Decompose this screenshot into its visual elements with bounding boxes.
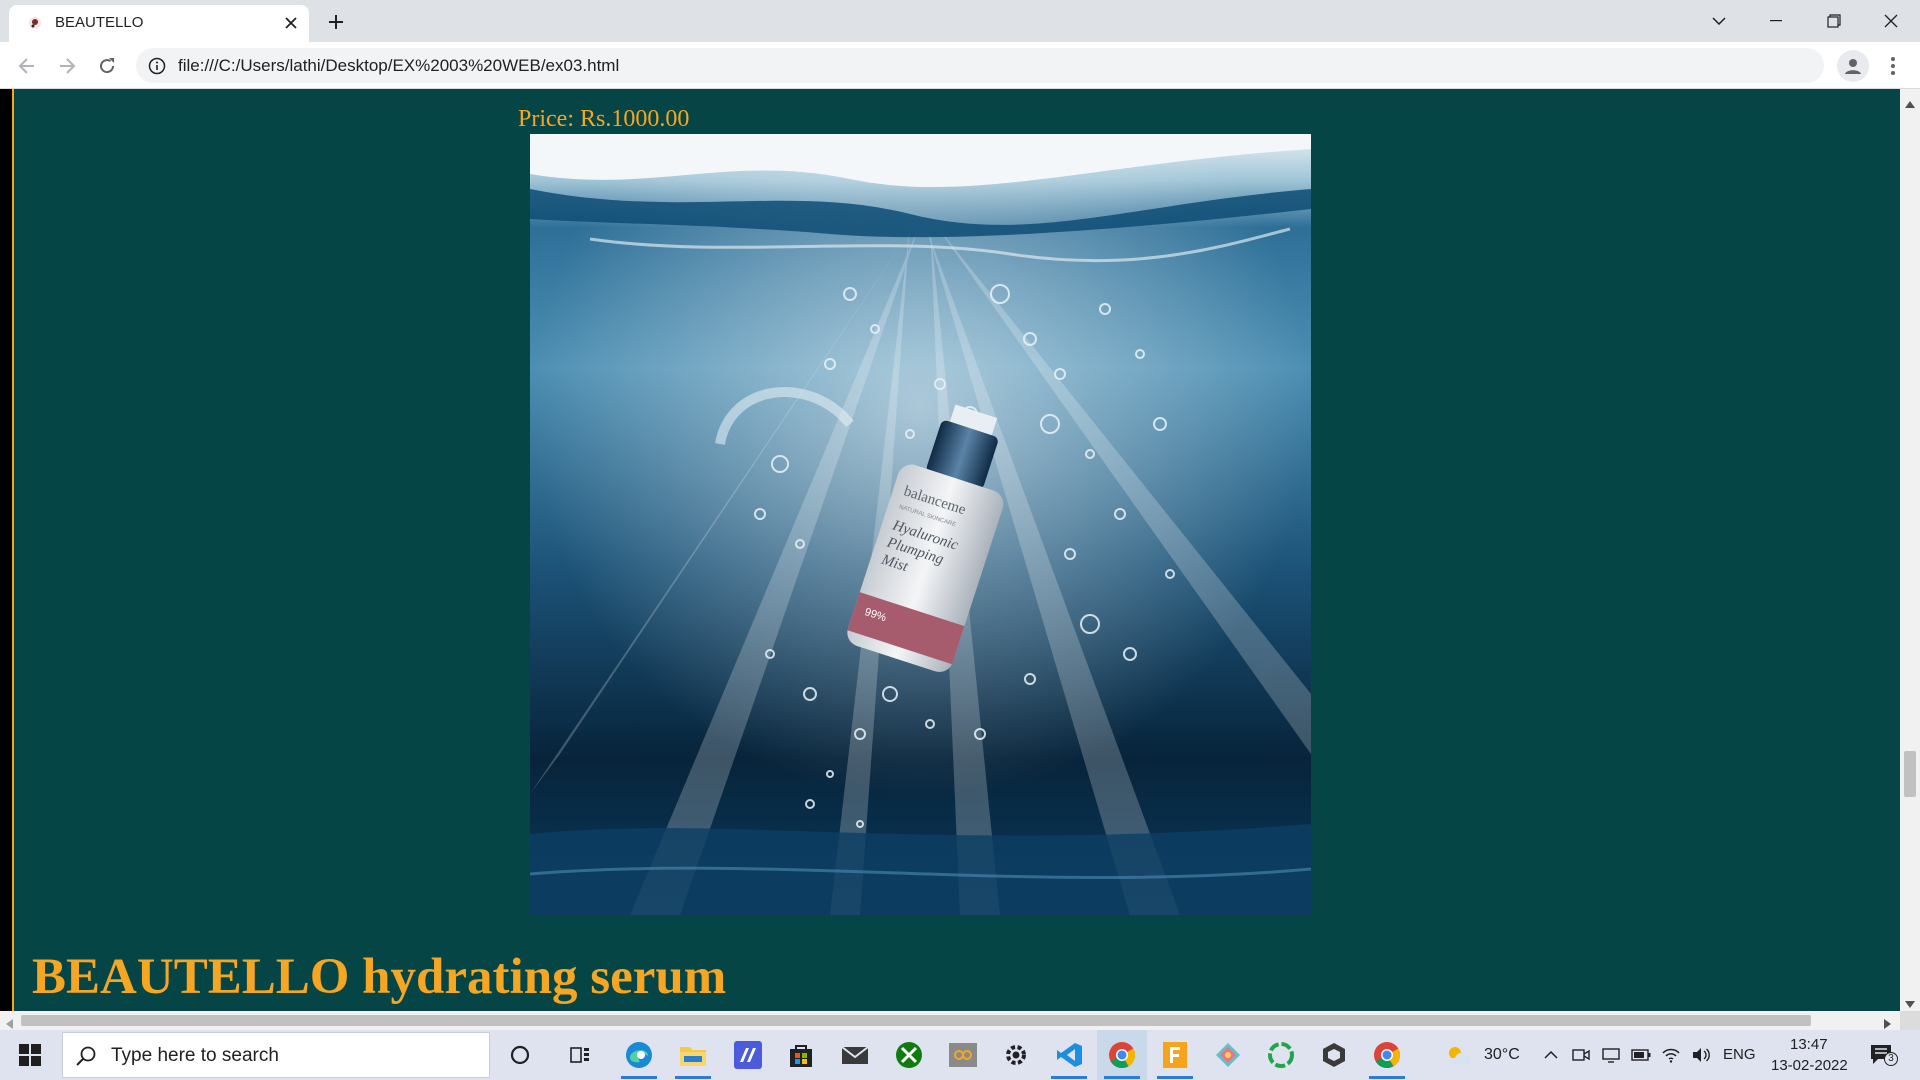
volume-icon[interactable] <box>1690 1044 1712 1066</box>
close-window-button[interactable] <box>1871 4 1911 38</box>
url-text[interactable]: file:///C:/Users/lathi/Desktop/EX%2003%2… <box>178 55 619 77</box>
task-view-icon[interactable] <box>555 1030 605 1080</box>
gitkraken-icon[interactable] <box>1203 1030 1253 1080</box>
app-running-indicator <box>1051 1076 1087 1079</box>
chrome-icon[interactable] <box>1097 1030 1147 1080</box>
browser-tab[interactable]: BEAUTELLO <box>9 5 309 42</box>
app-running-indicator <box>675 1076 711 1079</box>
clock-time[interactable]: 13:47 <box>1790 1035 1828 1055</box>
edge-icon[interactable] <box>614 1030 664 1080</box>
more-menu-icon[interactable] <box>1880 51 1906 81</box>
product-price: Price: Rs.1000.00 <box>518 106 690 132</box>
page-left-border <box>0 89 14 1030</box>
notification-count-badge: 3 <box>1884 1052 1898 1066</box>
product-image: balanceme NATURAL SKINCARE Hyaluronic Pl… <box>530 134 1311 915</box>
display-icon[interactable] <box>1600 1044 1622 1066</box>
chrome-icon[interactable] <box>1362 1030 1412 1080</box>
restore-button[interactable] <box>1814 4 1854 38</box>
microsoft-store-icon[interactable] <box>776 1030 826 1080</box>
new-tab-button[interactable] <box>322 9 350 35</box>
page-viewport: Price: Rs.1000.00 balanceme NATURAL SKIN… <box>0 89 1920 1030</box>
app-running-indicator <box>621 1076 657 1079</box>
tab-close-icon[interactable] <box>281 13 301 33</box>
forward-button[interactable] <box>52 51 82 81</box>
browser-toolbar: file:///C:/Users/lathi/Desktop/EX%2003%2… <box>0 42 1920 89</box>
foxit-icon[interactable] <box>1150 1030 1200 1080</box>
info-icon[interactable] <box>148 57 166 75</box>
product-name-heading: BEAUTELLO hydrating serum <box>32 949 727 1005</box>
windows-start-icon[interactable] <box>0 1030 60 1080</box>
visual-studio-icon[interactable] <box>723 1030 773 1080</box>
unity-icon[interactable] <box>1309 1030 1359 1080</box>
scroll-up-arrow-icon[interactable] <box>1905 95 1915 113</box>
weather-temperature[interactable]: 30°C <box>1484 1045 1520 1065</box>
settings-gear-icon[interactable] <box>991 1030 1041 1080</box>
vscode-icon[interactable] <box>1044 1030 1094 1080</box>
show-hidden-icons-chevron-icon[interactable] <box>1540 1044 1562 1066</box>
address-bar[interactable]: file:///C:/Users/lathi/Desktop/EX%2003%2… <box>136 48 1824 83</box>
tab-search-chevron-icon[interactable] <box>1699 4 1739 38</box>
app-running-indicator <box>1369 1076 1405 1079</box>
taskbar-search-box[interactable]: Type here to search <box>62 1032 490 1078</box>
horizontal-scroll-thumb[interactable] <box>21 1015 1811 1026</box>
back-button[interactable] <box>12 51 42 81</box>
scrollbar-corner <box>1900 1011 1920 1030</box>
profile-icon[interactable] <box>1837 50 1869 82</box>
xbox-icon[interactable] <box>884 1030 934 1080</box>
circle-app-icon[interactable] <box>1256 1030 1306 1080</box>
app-running-indicator <box>1104 1076 1140 1079</box>
file-explorer-icon[interactable] <box>668 1030 718 1080</box>
language-indicator[interactable]: ENG <box>1723 1045 1756 1065</box>
minimize-button[interactable] <box>1756 4 1796 38</box>
photos-icon[interactable] <box>938 1030 988 1080</box>
mail-icon[interactable] <box>830 1030 880 1080</box>
app-running-indicator <box>1157 1076 1193 1079</box>
notification-center-icon[interactable]: 3 <box>1868 1042 1898 1068</box>
meet-now-icon[interactable] <box>1570 1044 1592 1066</box>
vertical-scroll-thumb[interactable] <box>1904 751 1916 797</box>
weather-icon[interactable] <box>1445 1044 1473 1066</box>
vertical-scrollbar[interactable] <box>1900 89 1920 1011</box>
cortana-icon[interactable] <box>495 1030 545 1080</box>
reload-button[interactable] <box>92 51 122 81</box>
beautello-favicon-icon <box>27 15 43 31</box>
wifi-icon[interactable] <box>1660 1044 1682 1066</box>
search-icon <box>75 1045 97 1067</box>
clock-date[interactable]: 13-02-2022 <box>1771 1056 1848 1076</box>
horizontal-scrollbar[interactable] <box>0 1011 1900 1030</box>
windows-taskbar: Type here to search 30°C ENG 13:47 13-02… <box>0 1030 1920 1080</box>
tab-strip: BEAUTELLO <box>0 0 1920 42</box>
battery-icon[interactable] <box>1630 1044 1652 1066</box>
tab-title: BEAUTELLO <box>55 14 144 31</box>
search-placeholder: Type here to search <box>111 1045 279 1066</box>
